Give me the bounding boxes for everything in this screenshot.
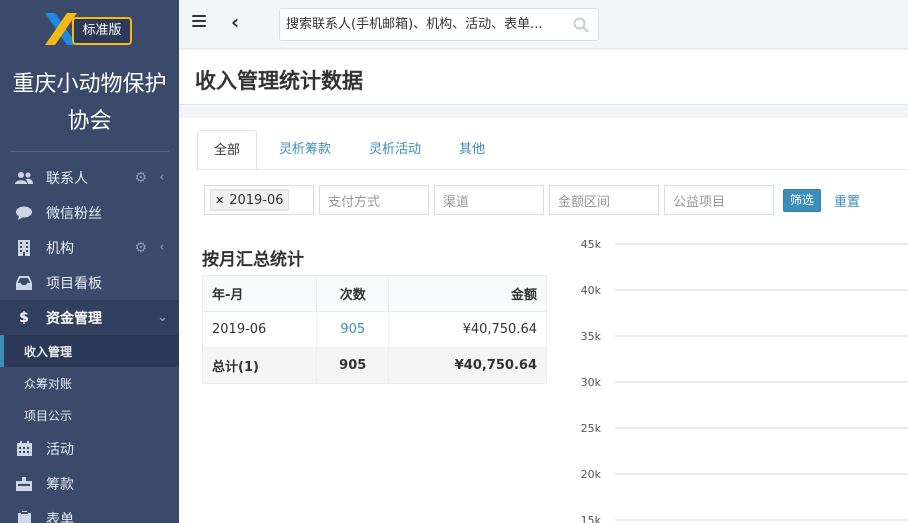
org-name-line2: 协会 [67, 109, 112, 134]
edition-badge: 标准版 [72, 17, 132, 45]
y-tick-label: 15k [581, 514, 602, 523]
building-icon [15, 239, 33, 257]
month-filter[interactable]: ✕ 2019-06 [204, 185, 314, 215]
summary-table: 年-月 次数 金额 2019-06 905 ¥40,750.64 总计(1) 9… [201, 275, 547, 384]
sidebar: 标准版 重庆小动物保护 协会 联系人 ⚙ ‹ 微信粉丝 机构 ⚙ ‹ 项目看板 … [0, 0, 179, 523]
tab-divider [197, 169, 908, 170]
inbox-icon [15, 274, 33, 292]
org-name-line1: 重庆小动物保护 [12, 72, 167, 97]
dollar-icon: $ [19, 309, 29, 326]
sidebar-subitem-project-publicity[interactable]: 项目公示 [0, 399, 179, 431]
header-amount: 金额 [388, 275, 547, 312]
y-tick-label: 45k [581, 238, 602, 251]
donation-box-icon [15, 475, 33, 493]
sidebar-item-label: 项目看板 [46, 275, 102, 292]
tab-bar: 全部 灵析筹款 灵析活动 其他 [197, 130, 507, 170]
gear-icon[interactable]: ⚙ [134, 240, 147, 256]
count-link[interactable]: 905 [340, 322, 365, 337]
sidebar-item-wechat-fans[interactable]: 微信粉丝 [0, 195, 179, 230]
sidebar-divider [10, 151, 169, 152]
summary-title: 按月汇总统计 [202, 250, 304, 270]
sidebar-item-label: 机构 [46, 240, 74, 257]
clipboard-icon [15, 510, 33, 523]
header-month: 年-月 [201, 275, 318, 312]
remove-tag-icon[interactable]: ✕ [215, 194, 224, 207]
sidebar-item-label: 资金管理 [46, 310, 102, 327]
search-input[interactable] [280, 9, 565, 40]
chat-bubble-icon [15, 204, 33, 222]
calendar-icon [15, 440, 33, 458]
monthly-chart: 45k 40k 35k 30k 25k 20k 15k [581, 238, 908, 523]
cell-count: 905 [316, 311, 390, 348]
chevron-down-icon[interactable]: ⌄ [157, 310, 168, 325]
project-select[interactable]: 公益项目 [664, 185, 774, 215]
total-label: 总计(1) [201, 347, 318, 384]
sidebar-subitem-income[interactable]: 收入管理 [0, 335, 179, 367]
sidebar-item-label: 联系人 [46, 170, 88, 187]
back-chevron-icon[interactable]: ‹ [231, 11, 239, 33]
cell-month: 2019-06 [201, 311, 318, 348]
page-header: 收入管理统计数据 [179, 50, 908, 105]
y-tick-label: 25k [581, 422, 602, 435]
page-title: 收入管理统计数据 [195, 69, 363, 93]
gear-icon[interactable]: ⚙ [134, 170, 147, 186]
y-tick-label: 35k [581, 330, 602, 343]
y-tick-label: 30k [581, 376, 602, 389]
app-root: 标准版 重庆小动物保护 协会 联系人 ⚙ ‹ 微信粉丝 机构 ⚙ ‹ 项目看板 … [0, 0, 908, 523]
total-count: 905 [316, 347, 390, 384]
filter-bar: ✕ 2019-06 支付方式 渠道 金额区间 公益项目 筛选 重置 [204, 185, 860, 215]
sidebar-item-project-board[interactable]: 项目看板 [0, 265, 179, 300]
table-row: 2019-06 905 ¥40,750.64 [201, 311, 547, 348]
sidebar-menu: 联系人 ⚙ ‹ 微信粉丝 机构 ⚙ ‹ 项目看板 $ 资金管理 ⌄ 收入管理 众… [0, 160, 179, 523]
y-tick-label: 20k [581, 468, 602, 481]
table-total-row: 总计(1) 905 ¥40,750.64 [201, 347, 547, 384]
reset-link[interactable]: 重置 [834, 191, 860, 210]
global-search [279, 8, 599, 41]
sidebar-item-label: 活动 [46, 441, 74, 458]
table-header-row: 年-月 次数 金额 [201, 275, 547, 312]
sidebar-item-label: 表单 [46, 511, 74, 523]
tab-other[interactable]: 其他 [443, 130, 501, 170]
sidebar-item-organization[interactable]: 机构 ⚙ ‹ [0, 230, 179, 265]
tab-all[interactable]: 全部 [197, 130, 258, 170]
payment-method-select[interactable]: 支付方式 [319, 185, 429, 215]
chevron-left-icon[interactable]: ‹ [157, 240, 167, 255]
header-count: 次数 [316, 275, 390, 312]
org-name: 重庆小动物保护 协会 [0, 55, 179, 140]
month-tag: ✕ 2019-06 [210, 189, 289, 211]
main-panel: 全部 灵析筹款 灵析活动 其他 ✕ 2019-06 支付方式 渠道 金额区间 公… [179, 118, 908, 523]
sidebar-item-contacts[interactable]: 联系人 ⚙ ‹ [0, 160, 179, 195]
cell-amount: ¥40,750.64 [388, 311, 547, 348]
sidebar-item-activity[interactable]: 活动 [0, 431, 179, 466]
sidebar-item-label: 微信粉丝 [46, 205, 102, 222]
tab-lingxi-fundraising[interactable]: 灵析筹款 [263, 130, 347, 170]
sidebar-item-fund-management[interactable]: $ 资金管理 ⌄ [0, 300, 179, 335]
sidebar-subitem-crowdfund-reconcile[interactable]: 众筹对账 [0, 367, 179, 399]
filter-button[interactable]: 筛选 [783, 188, 822, 212]
amount-range-select[interactable]: 金额区间 [549, 185, 659, 215]
sidebar-item-fundraising[interactable]: 筹款 [0, 466, 179, 501]
topbar: ‹ [179, 0, 908, 49]
total-amount: ¥40,750.64 [388, 347, 547, 384]
logo: 标准版 [0, 0, 179, 55]
y-tick-label: 40k [581, 284, 602, 297]
channel-select[interactable]: 渠道 [434, 185, 544, 215]
month-tag-label: 2019-06 [229, 192, 284, 208]
menu-toggle-icon[interactable] [192, 15, 206, 29]
user-group-icon [15, 169, 33, 187]
sidebar-item-forms[interactable]: 表单 [0, 501, 179, 523]
tab-lingxi-activity[interactable]: 灵析活动 [353, 130, 437, 170]
search-icon[interactable] [573, 17, 589, 33]
sidebar-item-label: 筹款 [46, 476, 74, 493]
chevron-left-icon[interactable]: ‹ [157, 170, 167, 185]
